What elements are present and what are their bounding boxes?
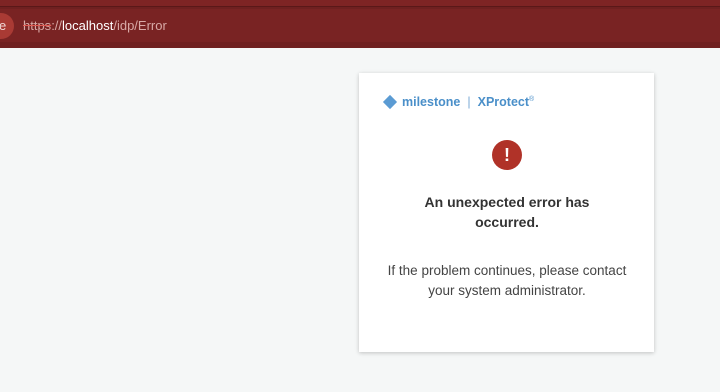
error-message: If the problem continues, please contact…: [387, 263, 627, 298]
brand-product: XProtect®: [478, 95, 535, 109]
url-path: /idp/Error: [113, 18, 167, 33]
security-indicator-label: e: [0, 18, 7, 33]
milestone-diamond-icon: [382, 94, 398, 110]
security-indicator-button[interactable]: e: [0, 13, 14, 39]
url-scheme: https: [23, 18, 52, 33]
address-bar[interactable]: e https://localhost/idp/Error: [0, 9, 720, 42]
brand-company: milestone: [402, 95, 461, 109]
browser-tab-strip: [0, 0, 720, 7]
brand-registered-mark: ®: [529, 95, 535, 103]
brand-product-name: XProtect: [477, 95, 530, 109]
exclamation-circle-icon: !: [492, 140, 522, 170]
page-content: milestone | XProtect® ! An unexpected er…: [0, 48, 720, 392]
url-separator: ://: [51, 18, 63, 33]
error-title: An unexpected error has occurred.: [424, 194, 590, 230]
error-card: milestone | XProtect® ! An unexpected er…: [359, 73, 654, 352]
url-text[interactable]: https://localhost/idp/Error: [23, 18, 167, 33]
browser-toolbar: e https://localhost/idp/Error: [0, 0, 720, 48]
brand-divider: |: [467, 95, 471, 109]
brand-logo: milestone | XProtect®: [382, 94, 535, 110]
url-host: localhost: [62, 18, 114, 33]
